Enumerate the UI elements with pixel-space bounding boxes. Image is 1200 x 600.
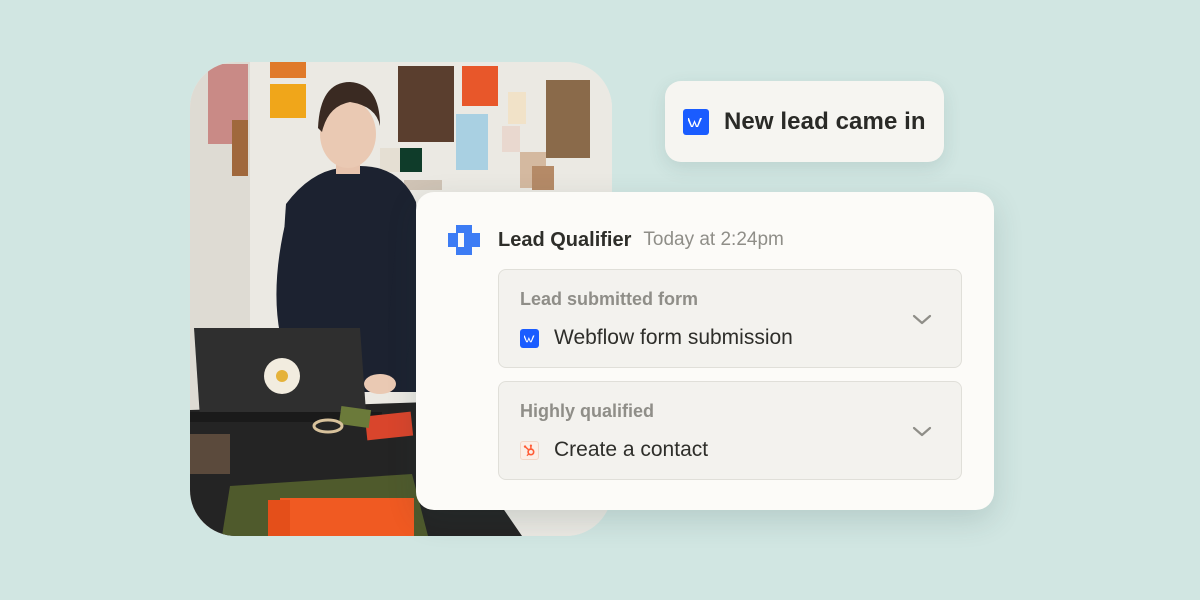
agent-activity-card: Lead Qualifier Today at 2:24pm Lead subm… bbox=[416, 192, 994, 510]
step-row: Create a contact bbox=[520, 438, 708, 462]
webflow-icon bbox=[520, 328, 539, 348]
trigger-chip[interactable]: New lead came in bbox=[665, 81, 944, 162]
chevron-down-icon[interactable] bbox=[911, 420, 933, 442]
step-lead-submitted-form[interactable]: Lead submitted form Webflow form submiss… bbox=[498, 269, 962, 368]
chevron-down-icon[interactable] bbox=[911, 308, 933, 330]
step-label: Lead submitted form bbox=[520, 289, 699, 309]
hubspot-icon bbox=[520, 440, 539, 460]
step-row: Webflow form submission bbox=[520, 326, 793, 350]
agent-puzzle-icon bbox=[448, 225, 480, 255]
webflow-icon bbox=[683, 108, 709, 135]
agent-name: Lead Qualifier bbox=[498, 228, 632, 251]
step-highly-qualified[interactable]: Highly qualified Create a contact bbox=[498, 381, 962, 480]
card-header: Lead Qualifier Today at 2:24pm bbox=[446, 222, 784, 258]
step-title: Webflow form submission bbox=[554, 326, 793, 349]
timestamp: Today at 2:24pm bbox=[643, 229, 784, 250]
step-title: Create a contact bbox=[554, 438, 709, 461]
trigger-text: New lead came in bbox=[724, 107, 926, 135]
step-label: Highly qualified bbox=[520, 401, 655, 421]
